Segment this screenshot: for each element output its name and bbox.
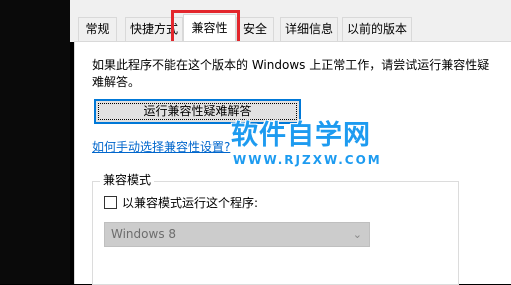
focus-rectangle	[98, 103, 297, 120]
tab-strip: 常规 快捷方式 兼容性 安全 详细信息 以前的版本	[70, 0, 511, 42]
tab-security[interactable]: 安全	[236, 17, 274, 41]
tab-shortcut[interactable]: 快捷方式	[125, 17, 183, 41]
chevron-down-icon: ⌄	[352, 228, 362, 241]
compatibility-mode-group-title: 兼容模式	[100, 172, 155, 188]
run-compatibility-troubleshooter-button[interactable]: 运行兼容性疑难解答	[94, 99, 301, 124]
run-in-compatibility-mode-checkbox[interactable]	[104, 196, 117, 209]
tab-general[interactable]: 常规	[78, 17, 117, 41]
run-in-compatibility-mode-label[interactable]: 以兼容模式运行这个程序:	[122, 195, 258, 211]
compatibility-os-select[interactable]: Windows 8 ⌄	[104, 222, 370, 247]
watermark-url: WWW.RJZXW.COM	[233, 153, 382, 167]
tab-compatibility[interactable]: 兼容性	[183, 14, 236, 42]
compatibility-description: 如果此程序不能在这个版本的 Windows 上正常工作，请尝试运行兼容性疑难解答…	[92, 58, 490, 89]
compatibility-panel: 如果此程序不能在这个版本的 Windows 上正常工作，请尝试运行兼容性疑难解答…	[74, 41, 511, 285]
os-select-value: Windows 8	[111, 227, 177, 241]
manual-compatibility-settings-link[interactable]: 如何手动选择兼容性设置?	[92, 138, 230, 155]
watermark-title: 软件自学网	[231, 120, 371, 151]
tab-details[interactable]: 详细信息	[280, 17, 338, 41]
site-watermark: 软件自学网 WWW.RJZXW.COM	[231, 119, 382, 167]
background-edge	[0, 0, 70, 284]
tab-previous-versions[interactable]: 以前的版本	[342, 17, 412, 41]
